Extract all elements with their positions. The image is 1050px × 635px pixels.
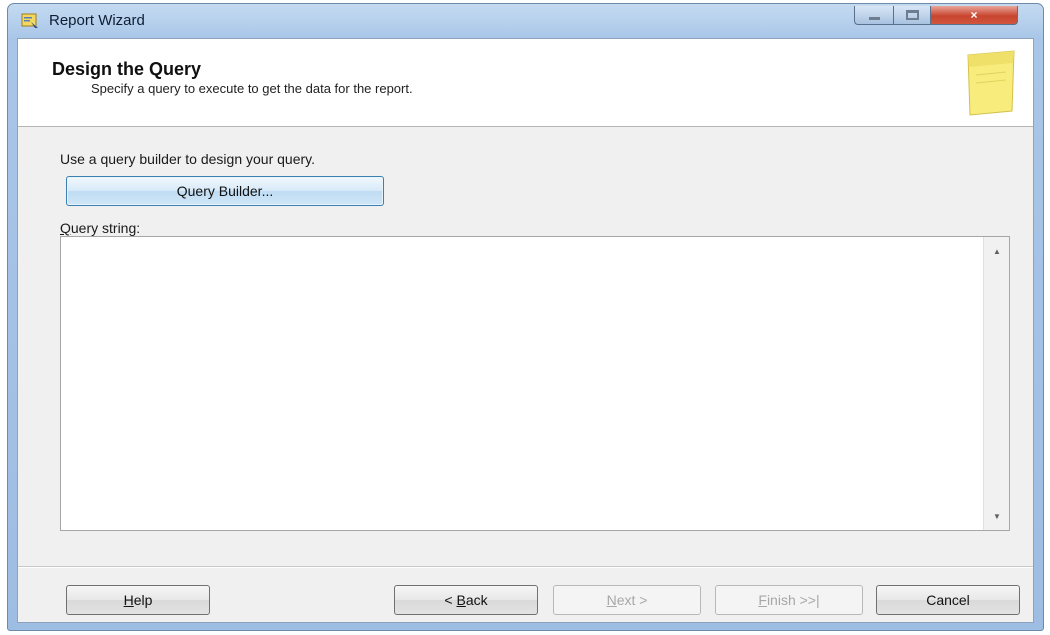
help-label: elp [133,592,153,608]
back-prefix: < [444,592,457,608]
minimize-icon [868,16,880,20]
footer-divider [18,566,1033,568]
back-button[interactable]: < Back [394,585,538,615]
report-wizard-window: Report Wizard × Design the Query Specify… [7,3,1044,631]
finish-mnemonic: F [758,592,767,608]
back-label: ack [465,592,488,608]
next-button[interactable]: Next > [553,585,701,615]
query-string-input[interactable] [62,238,983,529]
title-bar[interactable]: Report Wizard × [8,4,1043,38]
query-string-label: Query string: [60,220,140,236]
finish-label: inish >>| [766,592,820,608]
window-title: Report Wizard [49,12,145,29]
next-mnemonic: N [606,592,617,608]
next-label: ext > [616,592,648,608]
scroll-down-icon[interactable]: ▼ [984,506,1010,526]
cancel-button[interactable]: Cancel [876,585,1020,615]
finish-button[interactable]: Finish >>| [715,585,863,615]
maximize-button[interactable] [893,6,931,25]
query-string-mnemonic: Q [60,220,71,236]
page-title: Design the Query [52,59,202,79]
close-icon: × [970,8,978,22]
query-string-box: ▲ ▼ [60,236,1010,531]
query-string-label-text: uery string: [70,220,141,236]
wizard-header: Design the Query Specify a query to exec… [18,39,1033,127]
dialog-body: Design the Query Specify a query to exec… [17,38,1034,623]
help-mnemonic: H [123,592,134,608]
page-subtitle: Specify a query to execute to get the da… [91,81,413,96]
minimize-button[interactable] [854,6,894,25]
back-mnemonic: B [456,592,466,608]
close-button[interactable]: × [930,6,1018,25]
query-builder-button[interactable]: Query Builder... [66,176,384,206]
vertical-scrollbar[interactable]: ▲ ▼ [983,237,1009,530]
report-wizard-icon [21,13,39,29]
maximize-icon [905,10,919,20]
sticky-note-icon [962,49,1018,119]
scroll-up-icon[interactable]: ▲ [984,241,1010,261]
help-button[interactable]: Help [66,585,210,615]
instruction-text: Use a query builder to design your query… [60,151,315,167]
